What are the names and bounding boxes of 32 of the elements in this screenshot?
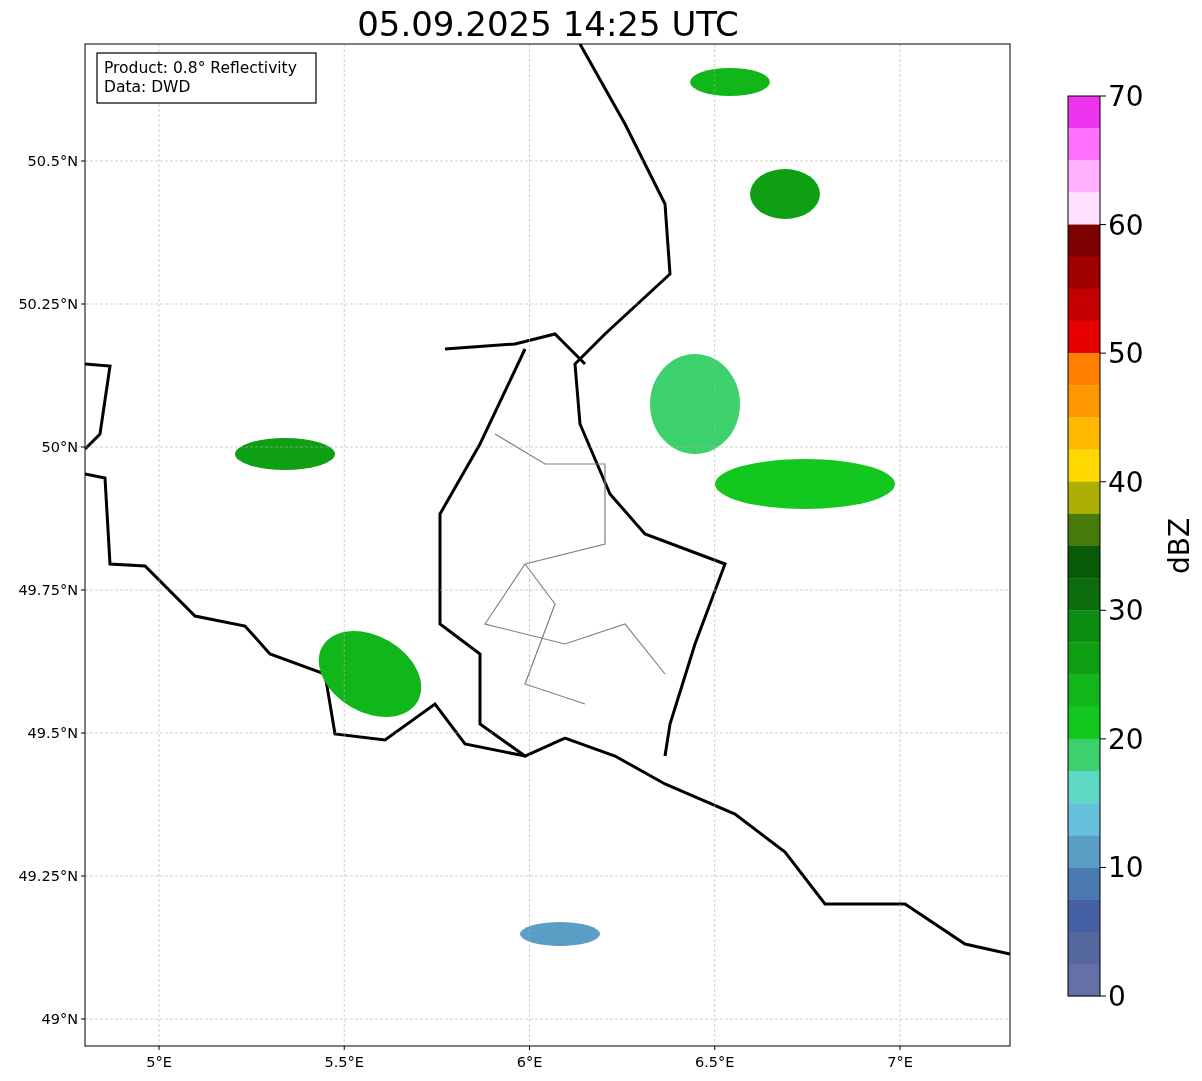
colorbar-label: dBZ <box>1163 517 1196 575</box>
tick-mark <box>1099 866 1107 868</box>
latitude-label: 50.25°N <box>18 296 78 312</box>
latitude-label: 49.25°N <box>18 868 78 884</box>
colorbar-tick-label: 60 <box>1108 208 1144 242</box>
longitude-label: 6°E <box>516 1054 543 1070</box>
longitude-label: 5.5°E <box>324 1054 364 1070</box>
latitude-label: 50°N <box>41 439 78 455</box>
colorbar-tick-label: 10 <box>1108 851 1144 885</box>
colorbar-tick-label: 50 <box>1108 337 1144 371</box>
longitude-label: 5°E <box>146 1054 172 1070</box>
latitude-label: 49.75°N <box>18 582 78 598</box>
colorbar-tick-label: 0 <box>1108 980 1126 1013</box>
annotation-text: Product: 0.8° Reflectivity <box>104 59 297 77</box>
map-title: 05.09.2025 14:25 UTC <box>357 4 739 44</box>
colorbar-tick-label: 30 <box>1108 594 1144 628</box>
annotation-text: Data: DWD <box>104 78 191 96</box>
tick-mark <box>1099 481 1107 483</box>
colorbar-tick-label: 70 <box>1108 80 1144 113</box>
latitude-label: 50.5°N <box>27 153 78 169</box>
tick-mark <box>1099 738 1107 740</box>
tick-mark <box>1099 609 1107 611</box>
longitude-label: 6.5°E <box>695 1054 735 1070</box>
latitude-label: 49°N <box>41 1011 78 1027</box>
tick-mark <box>1099 352 1107 354</box>
tick-mark <box>1099 224 1107 226</box>
longitude-label: 7°E <box>887 1054 913 1070</box>
colorbar-tick-label: 20 <box>1108 722 1144 756</box>
colorbar-tick-label: 40 <box>1108 465 1144 499</box>
tick-mark <box>1099 995 1107 997</box>
tick-mark <box>1099 95 1107 97</box>
latitude-label: 49.5°N <box>27 725 78 741</box>
